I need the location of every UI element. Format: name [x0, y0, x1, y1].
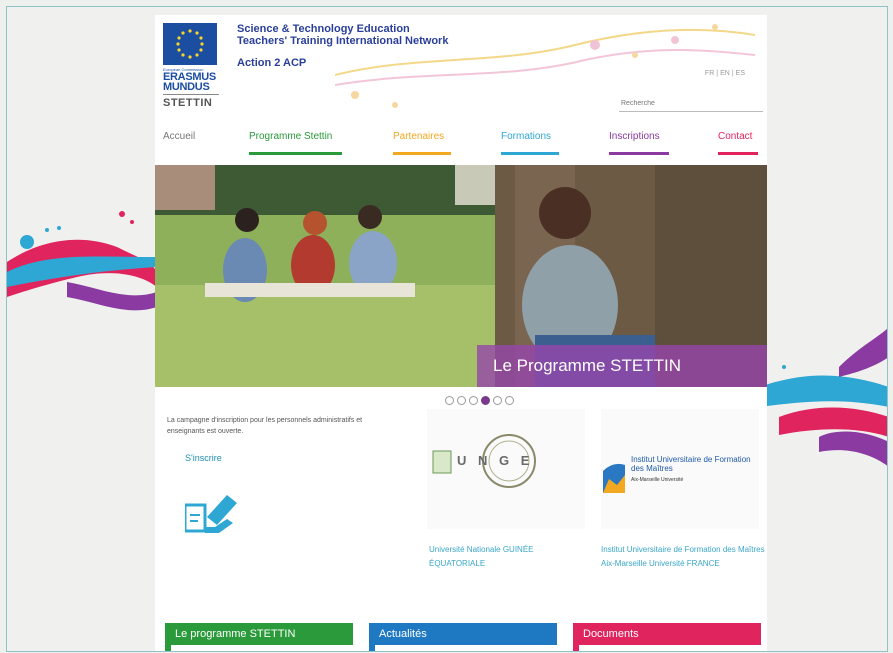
partner-logo-unge[interactable]: U N G E	[427, 409, 585, 529]
site-title-line1: Science & Technology Education	[237, 23, 410, 35]
nav-underline-programme	[249, 152, 342, 155]
iufm-logo-text: Institut Universitaire de Formation des …	[631, 455, 751, 473]
slider-dot[interactable]	[457, 396, 466, 405]
right-swirl-decoration	[759, 328, 887, 466]
hero-slider[interactable]: Le Programme STETTIN	[155, 165, 767, 387]
box-programme[interactable]: Le programme STETTIN	[165, 623, 353, 645]
box-actualites-tail	[369, 645, 375, 651]
lang-en[interactable]: EN	[718, 70, 732, 77]
lang-es[interactable]: ES	[734, 70, 747, 77]
site-title-line2: Teachers' Training International Network	[237, 35, 449, 47]
lang-fr[interactable]: FR	[703, 70, 716, 77]
iufm-logo-subtext: Aix-Marseille Université	[631, 477, 684, 483]
nav-label-accueil: Accueil	[163, 131, 196, 142]
nav-underline-formations	[501, 152, 559, 155]
box-actualites[interactable]: Actualités	[369, 623, 557, 645]
nav-item-inscriptions[interactable]: Inscriptions	[609, 131, 669, 155]
box-documents[interactable]: Documents	[573, 623, 761, 645]
signup-pen-icon[interactable]	[185, 487, 245, 537]
nav-item-formations[interactable]: Formations	[501, 131, 559, 155]
nav-underline-contact	[718, 152, 758, 155]
slider-dot-active[interactable]	[481, 396, 490, 405]
nav-item-accueil[interactable]: Accueil	[163, 131, 203, 155]
stettin-label: STETTIN	[163, 94, 219, 109]
nav-item-programme[interactable]: Programme Stettin	[249, 131, 342, 155]
signup-link[interactable]: S'inscrire	[185, 453, 222, 463]
unge-logo-icon	[432, 434, 536, 488]
nav-underline-partenaires	[393, 152, 451, 155]
nav-label-partenaires: Partenaires	[393, 131, 445, 142]
main-nav: Accueil Programme Stettin Partenaires Fo…	[155, 131, 767, 157]
left-swirl-decoration	[7, 211, 157, 311]
page-container: European Commission ERASMUS MUNDUS STETT…	[155, 15, 767, 651]
partner-name-iufm[interactable]: Institut Universitaire de Formation des …	[601, 543, 766, 571]
partner-logo-iufm[interactable]: Institut Universitaire de Formation des …	[601, 409, 759, 529]
partner-name-unge[interactable]: Université Nationale GUINÉE ÉQUATORIALE	[429, 543, 569, 571]
site-title: Science & Technology Education Teachers'…	[237, 23, 448, 47]
slider-dot[interactable]	[445, 396, 454, 405]
eu-flag-icon	[163, 23, 217, 65]
slider-dot[interactable]	[493, 396, 502, 405]
box-documents-tail	[573, 645, 579, 651]
nav-underline-inscriptions	[609, 152, 669, 155]
slider-dot[interactable]	[505, 396, 514, 405]
nav-item-partenaires[interactable]: Partenaires	[393, 131, 451, 155]
site-subtitle: Action 2 ACP	[237, 57, 307, 69]
nav-item-contact[interactable]: Contact	[718, 131, 758, 155]
nav-label-inscriptions: Inscriptions	[609, 131, 660, 142]
signup-announcement: La campagne d'inscription pour les perso…	[167, 417, 363, 435]
erasmus-mundus-logo[interactable]: European Commission ERASMUS MUNDUS STETT…	[163, 23, 219, 117]
nav-label-contact: Contact	[718, 131, 753, 142]
language-switcher: FR | EN | ES	[703, 70, 747, 77]
slider-dot[interactable]	[469, 396, 478, 405]
slider-pagination	[445, 392, 517, 410]
nav-label-formations: Formations	[501, 131, 552, 142]
mundus-label: MUNDUS	[163, 81, 210, 93]
unge-logo-text: U N G E	[457, 453, 534, 468]
nav-label-programme: Programme Stettin	[249, 131, 333, 142]
box-programme-tail	[165, 645, 171, 651]
browser-frame: European Commission ERASMUS MUNDUS STETT…	[6, 6, 888, 652]
search-input[interactable]	[619, 95, 763, 112]
hero-caption: Le Programme STETTIN	[477, 345, 767, 387]
